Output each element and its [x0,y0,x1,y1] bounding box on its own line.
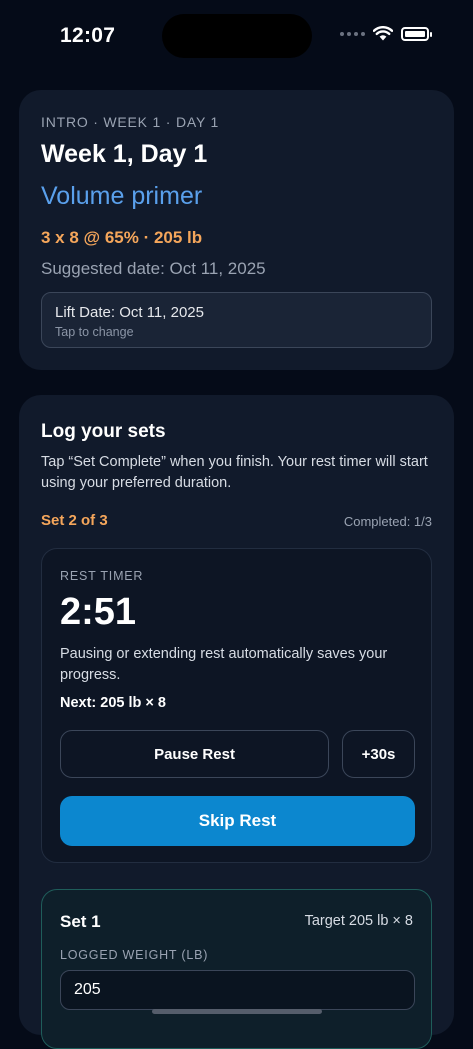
lift-date-label: Lift Date: Oct 11, 2025 [55,304,204,321]
log-sets-title: Log your sets [41,421,166,442]
add-30s-button[interactable]: +30s [342,730,415,778]
skip-rest-button[interactable]: Skip Rest [60,796,415,846]
next-set-info: Next: 205 lb × 8 [60,695,166,711]
logged-weight-input[interactable] [60,970,415,1010]
workout-title: Week 1, Day 1 [41,140,208,168]
set-target: Target 205 lb × 8 [304,913,413,929]
completed-count: Completed: 1/3 [343,514,432,529]
rest-timer-label: REST TIMER [60,569,144,583]
lift-date-hint: Tap to change [55,325,134,339]
program-breadcrumb: INTRO · WEEK 1 · DAY 1 [41,114,220,130]
dynamic-island [162,14,312,58]
battery-icon [401,26,432,41]
workout-subtitle: Volume primer [41,182,203,210]
set-progress: Set 2 of 3 [41,512,108,529]
log-sets-description: Tap “Set Complete” when you finish. Your… [41,454,428,491]
rest-timer-card: REST TIMER 2:51 Pausing or extending res… [41,548,432,863]
set-name: Set 1 [60,912,101,931]
wifi-icon [373,26,393,41]
logged-weight-label: LOGGED WEIGHT (LB) [60,948,209,962]
pause-rest-button[interactable]: Pause Rest [60,730,329,778]
status-bar: 12:07 [0,0,473,70]
workout-prescription: 3 x 8 @ 65% · 205 lb [41,228,203,247]
home-indicator [152,1009,322,1014]
status-time: 12:07 [60,24,116,47]
rest-timer-countdown: 2:51 [60,591,137,633]
cellular-signal-icon [340,31,365,36]
log-sets-card: Log your sets Tap “Set Complete” when yo… [19,395,454,1049]
set-entry-card: Set 1 Target 205 lb × 8 LOGGED WEIGHT (L… [41,889,432,1049]
rest-timer-note: Pausing or extending rest automatically … [60,646,388,683]
lift-date-picker[interactable]: Lift Date: Oct 11, 2025 Tap to change [41,292,432,348]
workout-summary-card: INTRO · WEEK 1 · DAY 1 Week 1, Day 1 Vol… [19,90,454,370]
suggested-date: Suggested date: Oct 11, 2025 [41,259,266,278]
status-icons [340,26,432,41]
